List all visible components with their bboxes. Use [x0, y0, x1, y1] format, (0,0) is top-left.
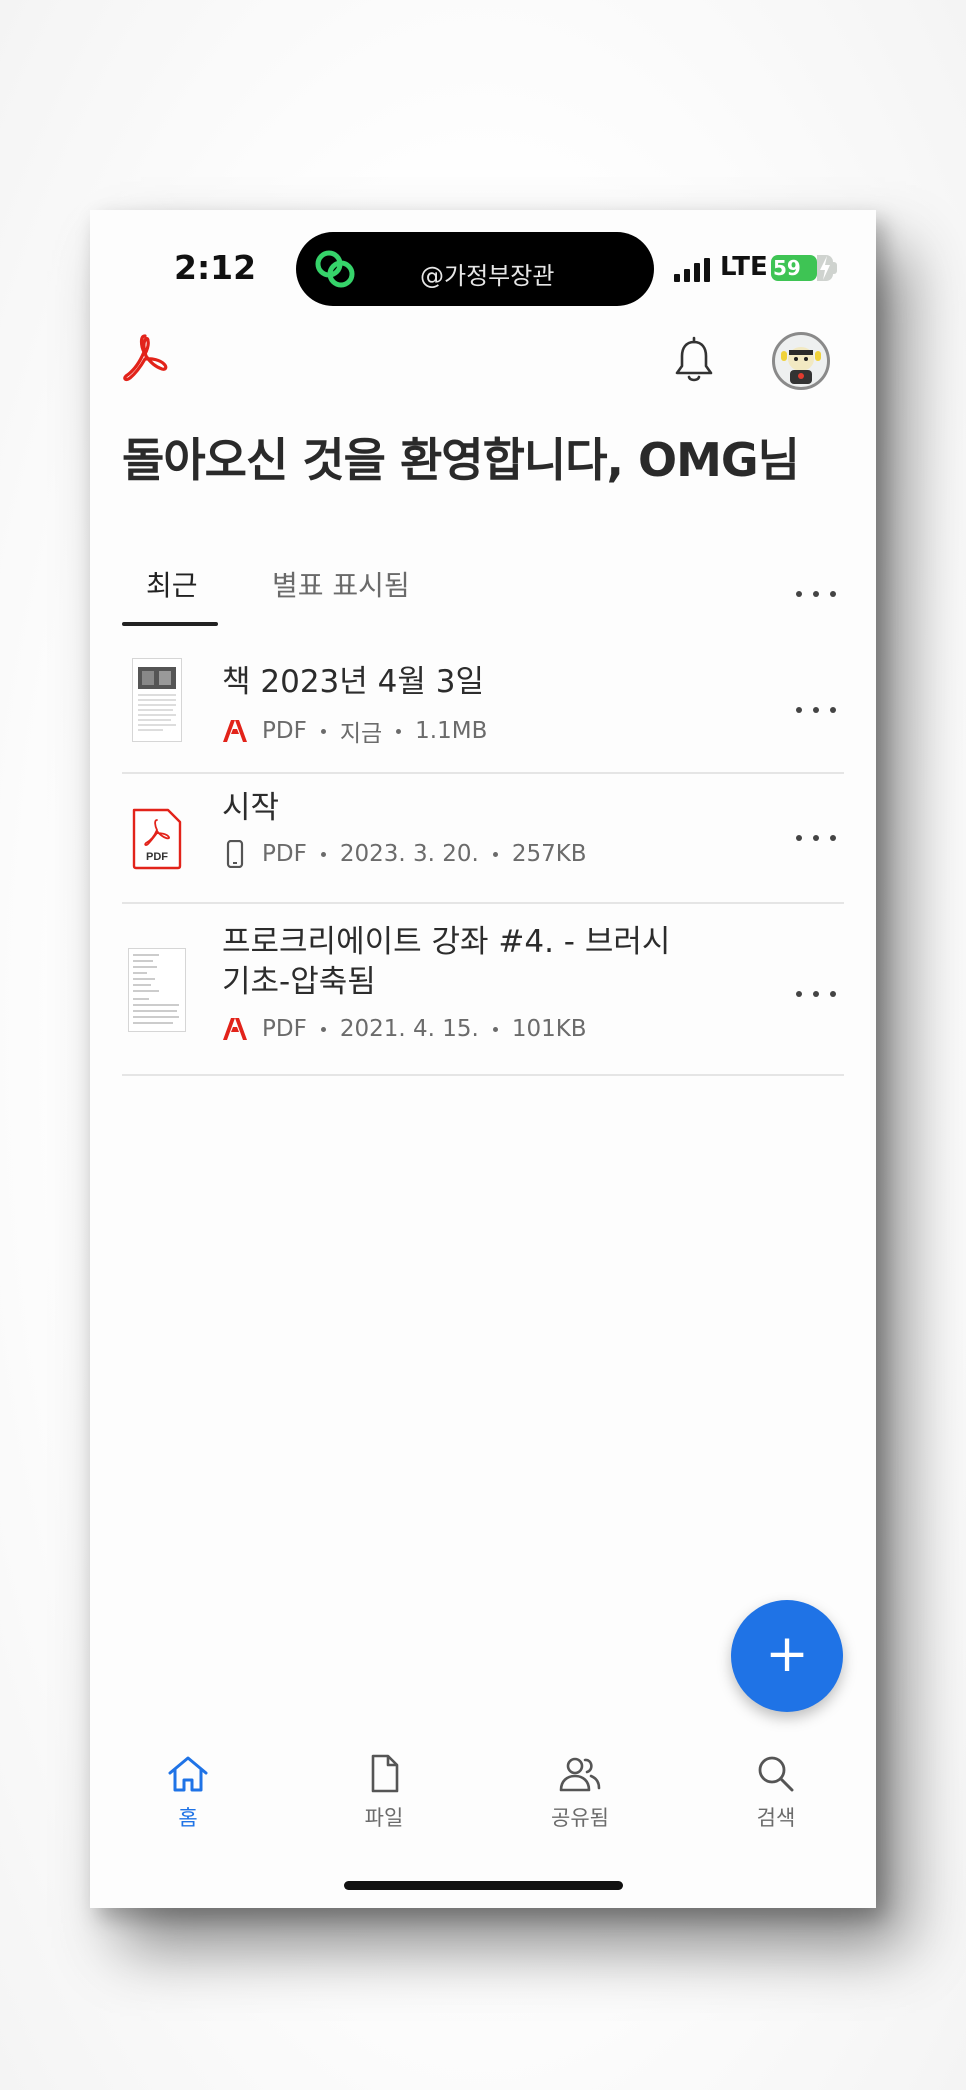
file-more-button[interactable] — [796, 832, 836, 844]
file-thumbnail — [128, 948, 186, 1032]
file-icon — [371, 1754, 399, 1793]
file-thumbnail — [132, 658, 182, 742]
separator-dot — [492, 851, 498, 857]
link-app-icon — [315, 250, 355, 288]
user-avatar[interactable] — [772, 332, 830, 390]
document-preview-icon — [133, 954, 179, 1024]
dot — [830, 991, 836, 997]
acrobat-logo-icon[interactable] — [122, 332, 168, 382]
dot — [830, 707, 836, 713]
tabs-more-button[interactable] — [796, 588, 836, 600]
battery-cap — [833, 262, 837, 274]
file-size: 101KB — [511, 1016, 587, 1042]
phone-device-icon — [226, 840, 244, 868]
acrobat-cloud-icon — [223, 720, 247, 742]
dot — [796, 591, 802, 597]
nav-files[interactable]: 파일 — [324, 1754, 444, 1832]
pdf-file-icon: PDF — [132, 808, 182, 870]
acrobat-cloud-icon — [223, 1018, 247, 1040]
file-type: PDF — [262, 841, 307, 867]
dot — [830, 835, 836, 841]
nav-search[interactable]: 검색 — [716, 1754, 836, 1832]
signal-icon — [674, 258, 710, 282]
file-date: 2023. 3. 20. — [339, 841, 479, 867]
separator-dot — [396, 728, 402, 734]
separator-dot — [492, 1026, 498, 1032]
tab-recent[interactable]: 최근 — [146, 564, 198, 604]
people-icon — [559, 1757, 601, 1792]
notification-bell-icon[interactable] — [672, 336, 716, 386]
file-name-line-1: 프로크리에이트 강좌 #4. - 브러시 — [222, 924, 671, 960]
file-row[interactable]: PDF 시작 PDF 2023. 3. 20. 257KB — [122, 774, 844, 904]
file-date: 지금 — [339, 721, 383, 747]
file-type: PDF — [262, 1016, 307, 1042]
row-divider — [122, 1074, 844, 1076]
dot — [796, 707, 802, 713]
nav-home-label: 홈 — [178, 1806, 198, 1830]
file-more-button[interactable] — [796, 988, 836, 1000]
file-more-button[interactable] — [796, 704, 836, 716]
svg-text:PDF: PDF — [146, 851, 168, 863]
network-type: LTE — [720, 252, 768, 282]
file-name: 책 2023년 4월 3일 — [222, 664, 484, 700]
welcome-heading: 돌아오신 것을 환영합니다, OMG님 — [122, 433, 800, 487]
avatar-character-icon — [781, 347, 821, 384]
file-size: 257KB — [511, 841, 587, 867]
dot — [813, 835, 819, 841]
phone-screen: 2:12 @가정부장관 LTE 59 돌아오신 것을 환영합니다, OMG님 최… — [90, 210, 876, 1908]
dynamic-island[interactable]: @가정부장관 — [296, 232, 654, 306]
status-time: 2:12 — [174, 248, 257, 287]
file-meta: PDF 2021. 4. 15. 101KB — [222, 1016, 587, 1042]
separator-dot — [320, 728, 326, 734]
file-date: 2021. 4. 15. — [339, 1016, 479, 1042]
nav-files-label: 파일 — [364, 1806, 404, 1830]
nav-shared[interactable]: 공유됨 — [520, 1754, 640, 1832]
separator-dot — [320, 1026, 326, 1032]
file-name-line-2: 기초-압축됨 — [222, 964, 376, 1000]
dot — [813, 991, 819, 997]
file-size: 1.1MB — [415, 718, 488, 744]
dot — [813, 591, 819, 597]
island-text: @가정부장관 — [420, 262, 555, 290]
nav-shared-label: 공유됨 — [551, 1806, 609, 1830]
charging-bolt-icon — [820, 256, 830, 280]
tab-starred[interactable]: 별표 표시됨 — [272, 564, 410, 604]
dot — [830, 591, 836, 597]
nav-search-label: 검색 — [756, 1806, 796, 1830]
file-row[interactable]: 책 2023년 4월 3일 PDF 지금 1.1MB — [122, 650, 844, 774]
nav-home[interactable]: 홈 — [128, 1754, 248, 1832]
dot — [796, 835, 802, 841]
file-meta: PDF 지금 1.1MB — [222, 714, 487, 748]
file-meta: PDF 2023. 3. 20. 257KB — [222, 840, 587, 868]
separator-dot — [320, 851, 326, 857]
battery-indicator: 59 — [771, 255, 817, 281]
document-preview-icon — [138, 667, 176, 731]
add-fab-button[interactable]: + — [731, 1600, 843, 1712]
active-tab-indicator — [122, 622, 218, 626]
file-row[interactable]: 프로크리에이트 강좌 #4. - 브러시 기초-압축됨 PDF 2021. 4.… — [122, 904, 844, 1076]
dot — [813, 707, 819, 713]
search-icon — [758, 1756, 794, 1792]
home-indicator[interactable] — [344, 1881, 623, 1890]
file-type: PDF — [262, 718, 307, 744]
dot — [796, 991, 802, 997]
file-name: 시작 — [222, 790, 280, 826]
home-icon — [168, 1756, 208, 1792]
